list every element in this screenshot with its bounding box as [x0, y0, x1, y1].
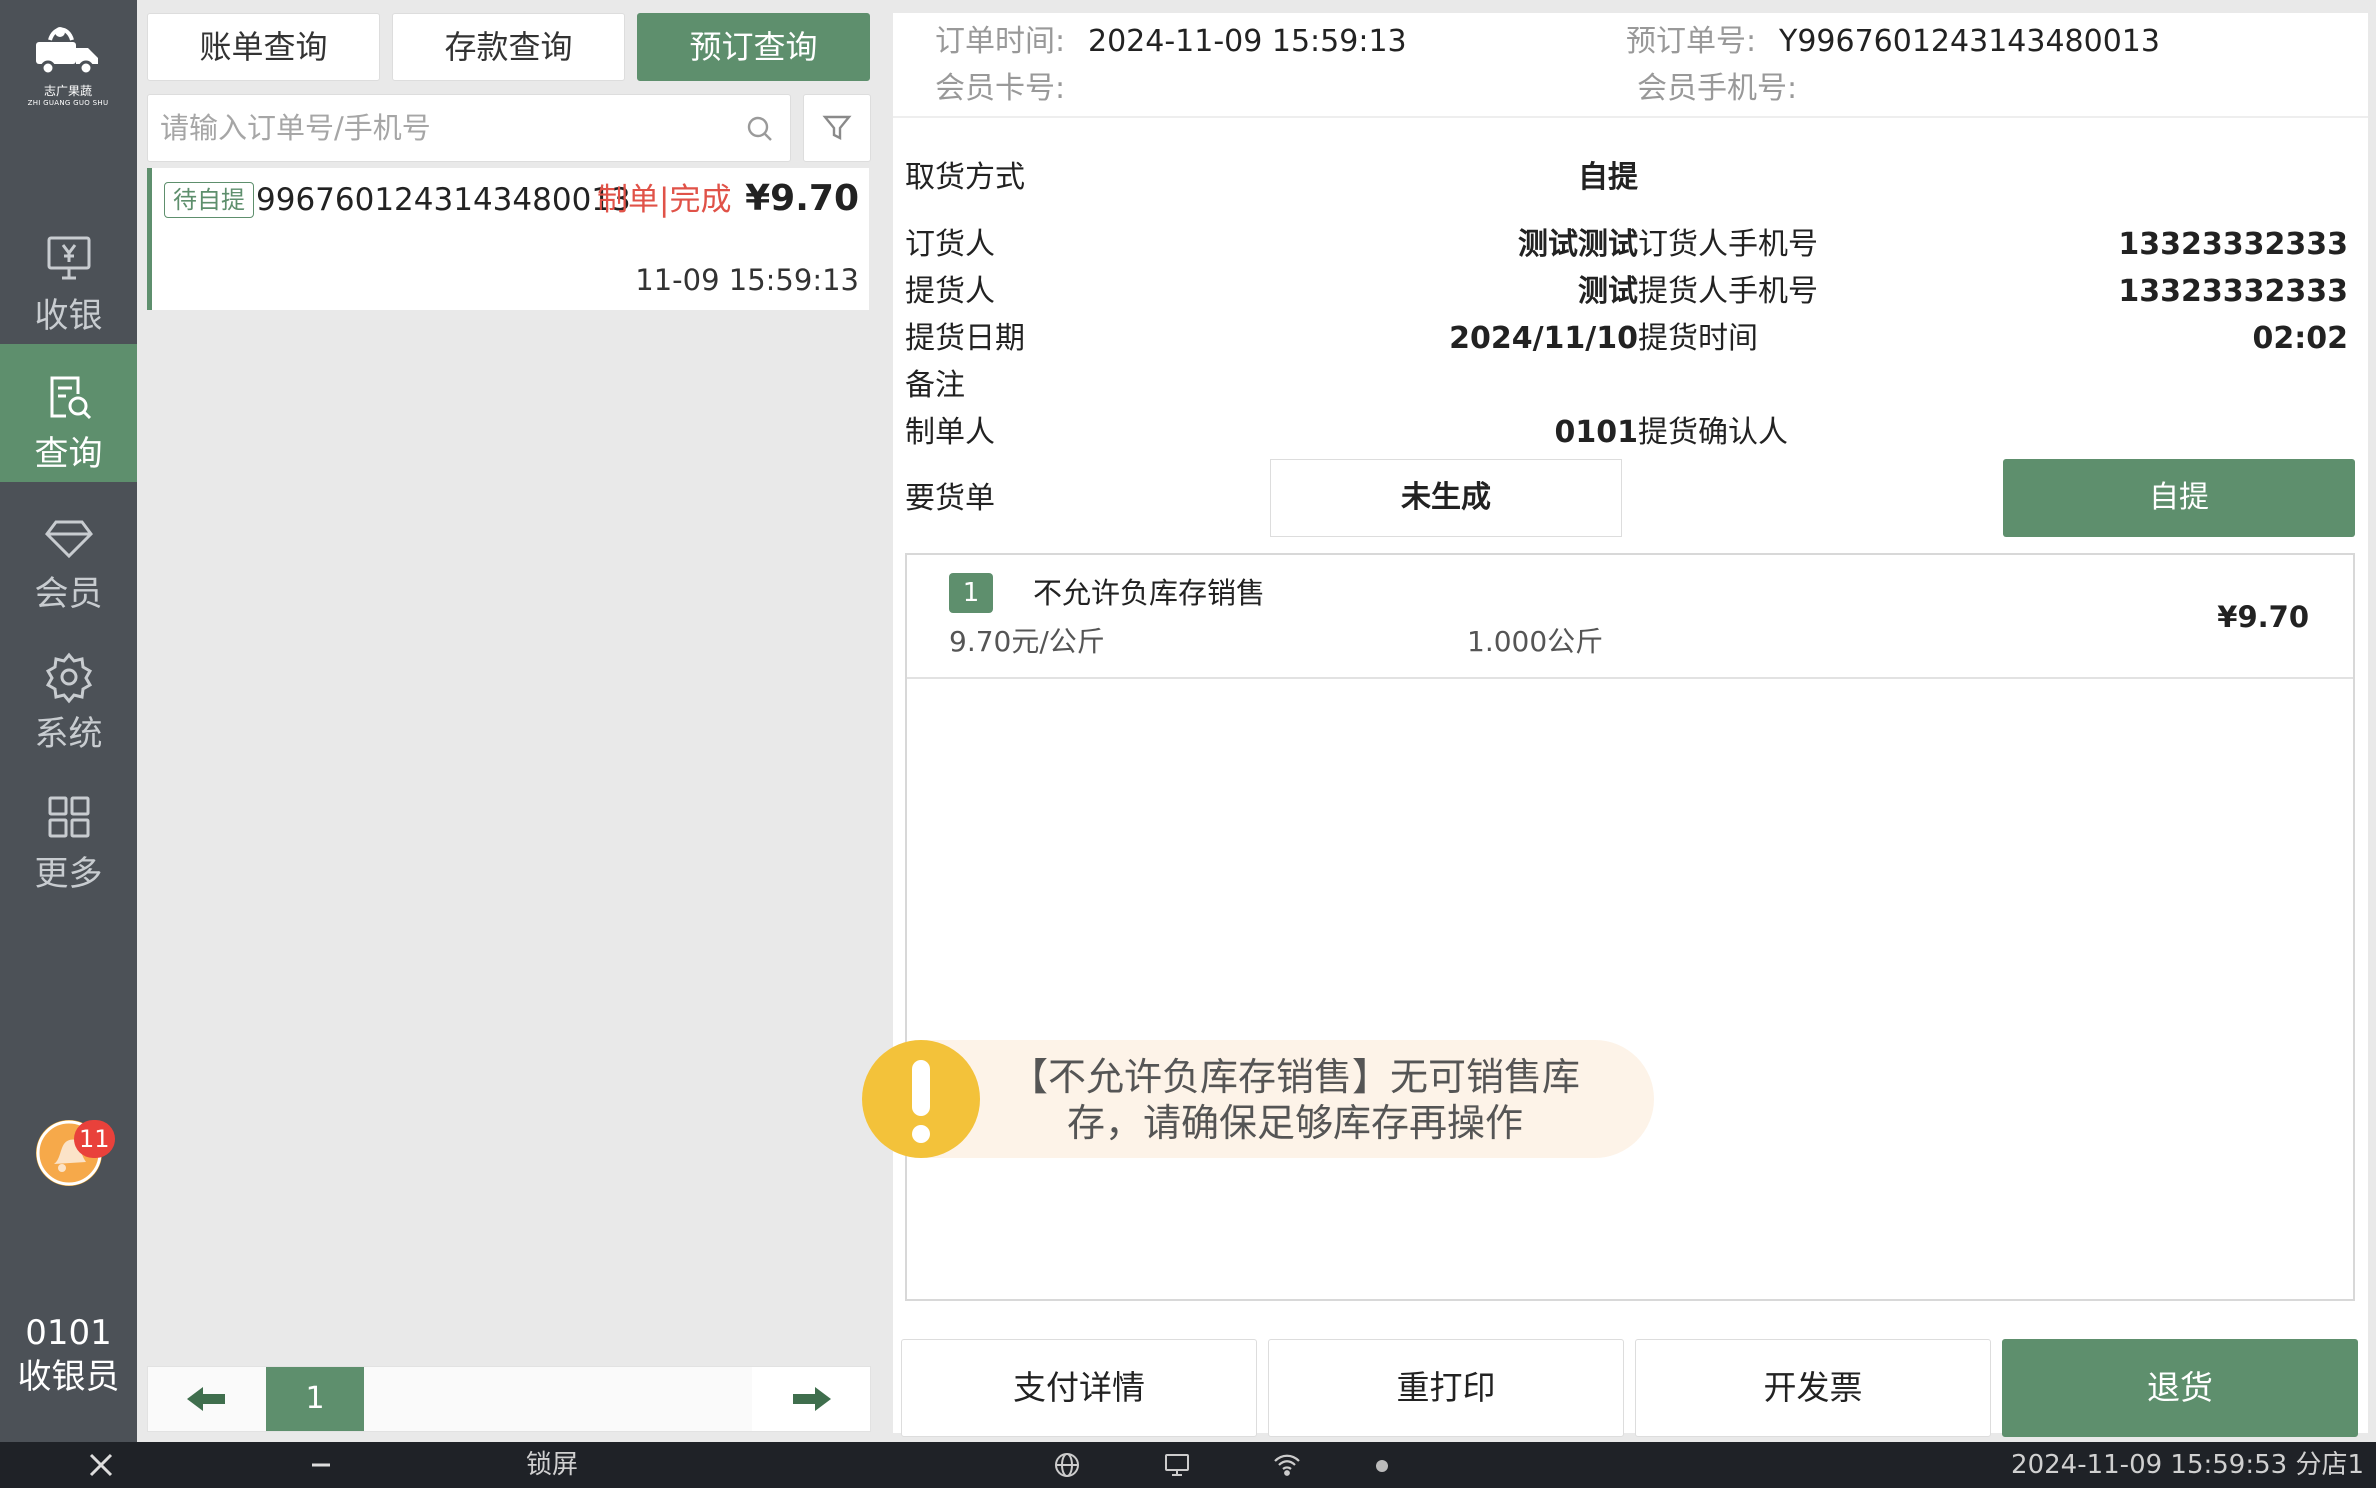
return-button[interactable]: 退货	[2002, 1339, 2358, 1437]
monitor-icon[interactable]	[1162, 1450, 1192, 1480]
member-phone-label: 会员手机号:	[1637, 71, 1798, 106]
creator-value: 0101	[1554, 415, 1639, 450]
order-items-list: 1 不允许负库存销售 9.70元/公斤 1.000公斤 ¥9.70	[905, 553, 2355, 1301]
pickup-date-label: 提货日期	[905, 321, 1025, 356]
order-amount: ¥9.70	[745, 178, 859, 219]
orderer-phone-value: 13323332333	[2118, 227, 2348, 262]
current-page[interactable]: 1	[266, 1367, 364, 1431]
reservation-no-value: Y9967601243143480013	[1779, 24, 2160, 59]
requisition-label: 要货单	[905, 481, 995, 516]
nav-label-cashier: 收银	[34, 296, 103, 336]
arrow-left-icon	[187, 1387, 225, 1411]
globe-icon[interactable]	[1052, 1450, 1082, 1480]
nav-label-query: 查询	[34, 434, 103, 474]
order-status-tag: 待自提	[164, 182, 254, 218]
creator-label: 制单人	[905, 415, 995, 450]
filter-button[interactable]	[803, 94, 871, 162]
pickup-method-label: 取货方式	[905, 160, 1025, 195]
picker-label: 提货人	[905, 274, 995, 309]
next-page-button[interactable]	[752, 1367, 870, 1431]
prev-page-button[interactable]	[148, 1367, 266, 1431]
brand-logo: 志广果蔬 ZHI GUANG GUO SHU	[18, 20, 118, 116]
wifi-icon[interactable]	[1272, 1450, 1302, 1480]
pagination: 1	[147, 1366, 871, 1432]
grid-icon	[48, 796, 89, 838]
nav-item-member[interactable]: 会员	[0, 484, 137, 622]
orderer-value: 测试测试	[1518, 227, 1638, 262]
brand-name-cn: 志广果蔬	[43, 84, 92, 98]
nav-item-more[interactable]: 更多	[0, 764, 137, 902]
search-input[interactable]	[160, 108, 720, 148]
order-number: 9967601243143480013	[256, 182, 631, 218]
payment-details-button[interactable]: 支付详情	[901, 1339, 1257, 1437]
order-status: 制单|完成	[597, 182, 732, 218]
item-name: 不允许负库存销售	[1033, 576, 1266, 610]
pickup-method-value: 自提	[1578, 160, 1638, 195]
nav-label-more: 更多	[34, 854, 103, 894]
order-time: 11-09 15:59:13	[635, 263, 859, 297]
picker-phone-label: 提货人手机号	[1638, 274, 1818, 309]
item-quantity: 1.000公斤	[1467, 625, 1604, 658]
lock-screen-button[interactable]: 锁屏	[526, 1446, 578, 1484]
order-list-item[interactable]: 待自提 9967601243143480013 制单|完成 ¥9.70 11-0…	[147, 168, 869, 310]
truck-logo-icon	[36, 27, 98, 76]
store-name: 分店1	[2295, 1450, 2364, 1480]
diamond-icon	[44, 520, 93, 559]
document-search-icon	[50, 376, 91, 420]
order-detail-panel: 订单时间: 2024-11-09 15:59:13 预订单号: Y9967601…	[893, 13, 2368, 1437]
nav-item-query[interactable]: 查询	[0, 344, 137, 482]
warning-line-1: 【不允许负库存销售】无可销售库	[1009, 1055, 1580, 1099]
arrow-right-icon	[793, 1387, 831, 1411]
nav-item-system[interactable]: 系统	[0, 624, 137, 762]
requisition-status: 未生成	[1270, 459, 1622, 537]
invoice-button[interactable]: 开发票	[1635, 1339, 1991, 1437]
tab-reservation-query[interactable]: 预订查询	[637, 13, 870, 81]
notification-badge: 11	[74, 1120, 115, 1158]
self-pickup-button[interactable]: 自提	[2003, 459, 2355, 537]
gear-icon	[45, 652, 92, 704]
picker-value: 测试	[1578, 274, 1638, 309]
nav-label-member: 会员	[34, 574, 103, 614]
pickup-date-value: 2024/11/10	[1449, 321, 1638, 356]
nav-item-cashier[interactable]: 收银	[0, 206, 137, 344]
nav-label-system: 系统	[34, 714, 103, 754]
header-divider	[893, 116, 2368, 118]
status-dot	[1376, 1460, 1388, 1472]
cashier-role: 收银员	[17, 1357, 120, 1397]
taskbar: 锁屏 2024-11-09 15:59:53 分店1	[0, 1442, 2376, 1488]
confirmer-label: 提货确认人	[1638, 415, 1788, 450]
remark-label: 备注	[905, 368, 965, 403]
close-icon[interactable]	[84, 1448, 118, 1482]
minimize-icon[interactable]	[304, 1448, 338, 1482]
member-card-label: 会员卡号:	[935, 71, 1066, 106]
item-unit-price: 9.70元/公斤	[949, 625, 1105, 658]
item-index: 1	[949, 573, 993, 613]
tab-bill-query[interactable]: 账单查询	[147, 13, 380, 81]
picker-phone-value: 13323332333	[2118, 274, 2348, 309]
taskbar-clock: 2024-11-09 15:59:53 分店1	[2011, 1446, 2364, 1484]
sidebar: 志广果蔬 ZHI GUANG GUO SHU 收银 查询 会员 系统 更多 11…	[0, 0, 137, 1442]
order-item-row[interactable]: 1 不允许负库存销售 9.70元/公斤 1.000公斤 ¥9.70	[907, 555, 2353, 679]
warning-line-2: 存，请确保足够库存再操作	[1066, 1101, 1523, 1145]
cash-register-icon	[47, 236, 90, 280]
cashier-id: 0101	[25, 1313, 112, 1353]
filter-icon	[822, 115, 852, 140]
order-time-label: 订单时间:	[935, 24, 1066, 59]
warning-toast: 【不允许负库存销售】无可销售库 存，请确保足够库存再操作	[862, 1040, 1654, 1158]
orderer-label: 订货人	[905, 227, 995, 262]
pickup-time-value: 02:02	[2252, 321, 2349, 356]
warning-message: 【不允许负库存销售】无可销售库 存，请确保足够库存再操作	[990, 1054, 1600, 1146]
reservation-no-label: 预订单号:	[1626, 24, 1757, 59]
item-amount: ¥9.70	[2217, 600, 2309, 634]
clock-time: 2024-11-09 15:59:53	[2011, 1450, 2288, 1480]
warning-icon	[862, 1040, 980, 1158]
pickup-time-label: 提货时间	[1638, 321, 1758, 356]
order-time-value: 2024-11-09 15:59:13	[1088, 24, 1407, 59]
search-icon[interactable]	[744, 113, 776, 145]
reprint-button[interactable]: 重打印	[1268, 1339, 1624, 1437]
brand-name-en: ZHI GUANG GUO SHU	[27, 99, 109, 107]
tab-deposit-query[interactable]: 存款查询	[392, 13, 625, 81]
search-box	[147, 94, 791, 162]
orderer-phone-label: 订货人手机号	[1638, 227, 1818, 262]
